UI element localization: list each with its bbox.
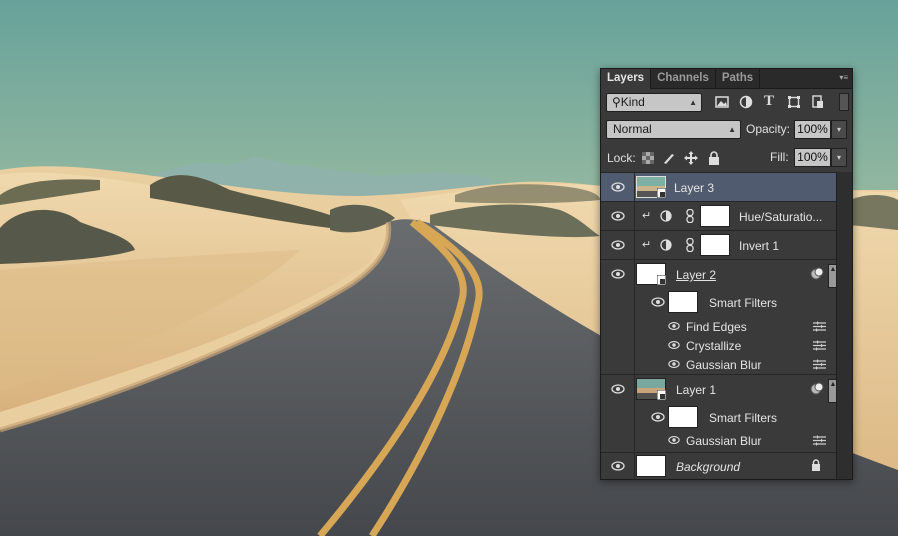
layer-name[interactable]: Layer 1 <box>676 383 716 397</box>
fill-field[interactable]: 100% <box>794 148 831 167</box>
layer-row-hue-saturation[interactable]: ↵ Hue/Saturatio... <box>601 201 838 231</box>
layer-name[interactable]: Gaussian Blur <box>686 358 761 372</box>
visibility-eye-icon[interactable] <box>611 211 625 221</box>
filter-row-find-edges[interactable]: Find Edges <box>601 317 838 336</box>
filter-blending-options-icon[interactable] <box>813 435 826 446</box>
opacity-dropdown-button[interactable]: ▾ <box>831 120 847 139</box>
layer-name[interactable]: Background <box>676 460 740 474</box>
image-filter-icon[interactable] <box>715 95 729 109</box>
type-filter-icon[interactable]: T <box>762 94 776 109</box>
smart-object-filter-icon[interactable] <box>811 95 825 109</box>
smart-filter-effects-icon[interactable] <box>810 267 824 280</box>
lock-image-pixels-icon[interactable] <box>662 151 676 165</box>
link-chain-icon[interactable] <box>686 238 694 252</box>
visibility-eye-icon[interactable] <box>668 321 680 331</box>
smart-object-badge-icon <box>657 188 666 198</box>
layer-name[interactable]: Layer 2 <box>676 268 716 282</box>
filter-blending-options-icon[interactable] <box>813 340 826 351</box>
layer-list-scrollbar[interactable] <box>836 172 852 479</box>
filter-row-crystallize[interactable]: Crystallize <box>601 336 838 355</box>
shape-filter-icon[interactable] <box>787 95 801 109</box>
layer-row-background[interactable]: Background <box>601 452 838 480</box>
smart-filter-mask-thumbnail <box>668 406 698 428</box>
visibility-eye-icon[interactable] <box>611 182 625 192</box>
layer-name[interactable]: Layer 3 <box>674 181 714 195</box>
adjustment-filter-icon[interactable] <box>739 95 753 109</box>
layer-name[interactable]: Crystallize <box>686 339 741 353</box>
blend-mode-select[interactable]: Normal ▲ <box>606 120 741 139</box>
smart-object-badge-icon <box>657 390 666 400</box>
tab-layers[interactable]: Layers <box>601 69 652 89</box>
layer-row-invert-1[interactable]: ↵ Invert 1 <box>601 230 838 260</box>
layer-mask-thumbnail <box>700 205 730 227</box>
layer-mask-thumbnail <box>700 234 730 256</box>
search-icon: ⚲ <box>612 95 621 109</box>
tab-paths[interactable]: Paths <box>716 69 761 88</box>
smart-object-badge-icon <box>657 275 666 285</box>
smart-filter-mask-thumbnail <box>668 291 698 313</box>
lock-all-icon[interactable] <box>708 151 720 165</box>
opacity-label: Opacity: <box>746 122 791 136</box>
layer-name[interactable]: Hue/Saturatio... <box>739 210 822 224</box>
fill-label: Fill: <box>770 150 789 164</box>
layer-row-layer-2[interactable]: Layer 2 ▲ <box>601 259 838 375</box>
clipping-arrow-icon: ↵ <box>642 239 652 251</box>
filter-row-gaussian-blur[interactable]: Gaussian Blur <box>601 431 838 450</box>
tab-channels[interactable]: Channels <box>651 69 716 88</box>
panel-menu-icon[interactable]: ▾≡ <box>837 73 848 83</box>
filter-blending-options-icon[interactable] <box>813 321 826 332</box>
smart-filter-effects-icon[interactable] <box>810 382 824 395</box>
visibility-eye-icon[interactable] <box>611 461 625 471</box>
updown-arrow-icon: ▲ <box>689 98 697 107</box>
layer-thumbnail <box>636 455 666 477</box>
filter-kind-select[interactable]: ⚲Kind ▲ <box>606 93 702 112</box>
layer-name[interactable]: Invert 1 <box>739 239 779 253</box>
visibility-eye-icon[interactable] <box>611 384 625 394</box>
filter-row-gaussian-blur[interactable]: Gaussian Blur <box>601 355 838 374</box>
layer-name[interactable]: Smart Filters <box>709 411 777 425</box>
visibility-eye-icon[interactable] <box>668 359 680 369</box>
panel-tab-bar: Layers Channels Paths ▾≡ <box>601 69 852 89</box>
visibility-eye-icon[interactable] <box>651 412 665 422</box>
lock-label: Lock: <box>607 151 636 165</box>
smart-filters-row[interactable]: Smart Filters <box>601 403 838 431</box>
visibility-eye-icon[interactable] <box>668 340 680 350</box>
link-chain-icon[interactable] <box>686 209 694 223</box>
clipping-arrow-icon: ↵ <box>642 210 652 222</box>
adjustment-layer-icon <box>660 210 672 222</box>
updown-arrow-icon: ▲ <box>728 125 736 134</box>
layer-row-layer-1[interactable]: Layer 1 ▲ <box>601 374 838 451</box>
filter-toggle-switch[interactable] <box>839 93 849 111</box>
opacity-field[interactable]: 100% <box>794 120 831 139</box>
smart-filters-row[interactable]: Smart Filters <box>601 288 838 317</box>
fill-dropdown-button[interactable]: ▾ <box>831 148 847 167</box>
layer-row-layer-3[interactable]: Layer 3 <box>601 172 838 202</box>
visibility-eye-icon[interactable] <box>611 240 625 250</box>
layer-name[interactable]: Smart Filters <box>709 296 777 310</box>
visibility-eye-icon[interactable] <box>651 297 665 307</box>
lock-icon <box>812 459 820 471</box>
visibility-eye-icon[interactable] <box>611 269 625 279</box>
layer-list: Layer 3 ↵ Hue/Saturatio... ↵ Invert 1 La… <box>601 172 838 480</box>
layer-name[interactable]: Gaussian Blur <box>686 434 761 448</box>
layers-panel: Layers Channels Paths ▾≡ ⚲Kind ▲ T Norma… <box>600 68 853 480</box>
adjustment-layer-icon <box>660 239 672 251</box>
layer-name[interactable]: Find Edges <box>686 320 747 334</box>
lock-transparent-pixels-icon[interactable] <box>642 152 654 164</box>
lock-position-icon[interactable] <box>684 151 698 165</box>
visibility-eye-icon[interactable] <box>668 435 680 445</box>
filter-blending-options-icon[interactable] <box>813 359 826 370</box>
